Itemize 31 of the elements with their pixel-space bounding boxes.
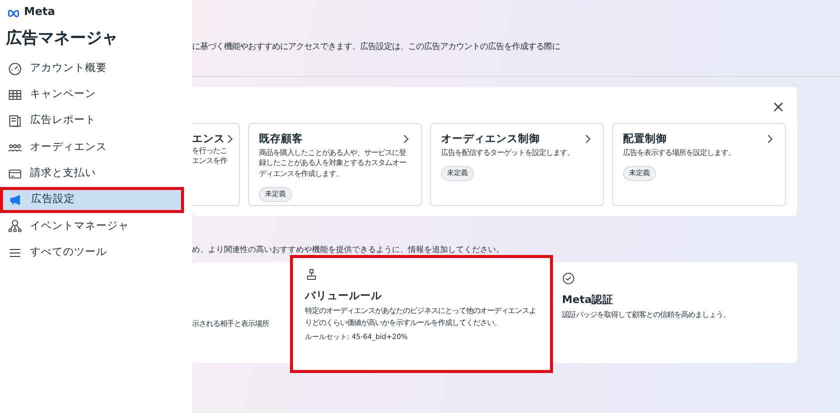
gauge-icon [8,62,22,76]
chevron-right-icon [583,134,593,144]
sidebar-item[interactable]: オーディエンス [0,134,184,161]
nodes-icon [8,219,22,234]
sidebar-item[interactable]: 広告レポート [0,108,184,134]
chevron-right-icon [225,134,235,144]
chevron-right-icon [401,134,411,144]
brand-name: Meta [24,4,56,20]
close-button[interactable]: × [770,99,787,115]
report-icon [8,114,22,128]
sidebar-item[interactable]: アカウント概要 [0,56,184,82]
intro-text: に基づく機能やおすすめにアクセスできます。広告設定は、この広告アカウントの広告を作成する際に [192,0,840,77]
card-title: 既存顧客 [259,133,303,146]
feature-title: Meta認証 [562,293,615,308]
feature-title: バリュールール [305,289,383,304]
sidebar-item[interactable]: キャンペーン [0,82,184,108]
card-title: オーディエンス制御 [441,133,540,146]
card-title: エンス [192,133,225,146]
section-text: め、より関連性の高いおすすめや機能を提供できるように、情報を追加してください。 [192,244,505,256]
sidebar-item[interactable]: イベントマネージャ [0,213,184,240]
megaphone-icon [9,193,23,208]
sidebar-item[interactable]: 広告設定 [0,186,184,214]
chevron-right-icon [765,134,775,144]
sidebar-item[interactable]: 請求と支払い [0,160,184,187]
value-rule-icon [305,268,318,281]
app-title: 広告マネージャ [4,26,119,48]
check-circle-icon [562,272,575,285]
card-title: 配置制御 [623,133,667,146]
sidebar-item[interactable]: すべてのツール [0,240,184,266]
table-icon [8,88,22,102]
credit-card-icon [8,166,22,181]
